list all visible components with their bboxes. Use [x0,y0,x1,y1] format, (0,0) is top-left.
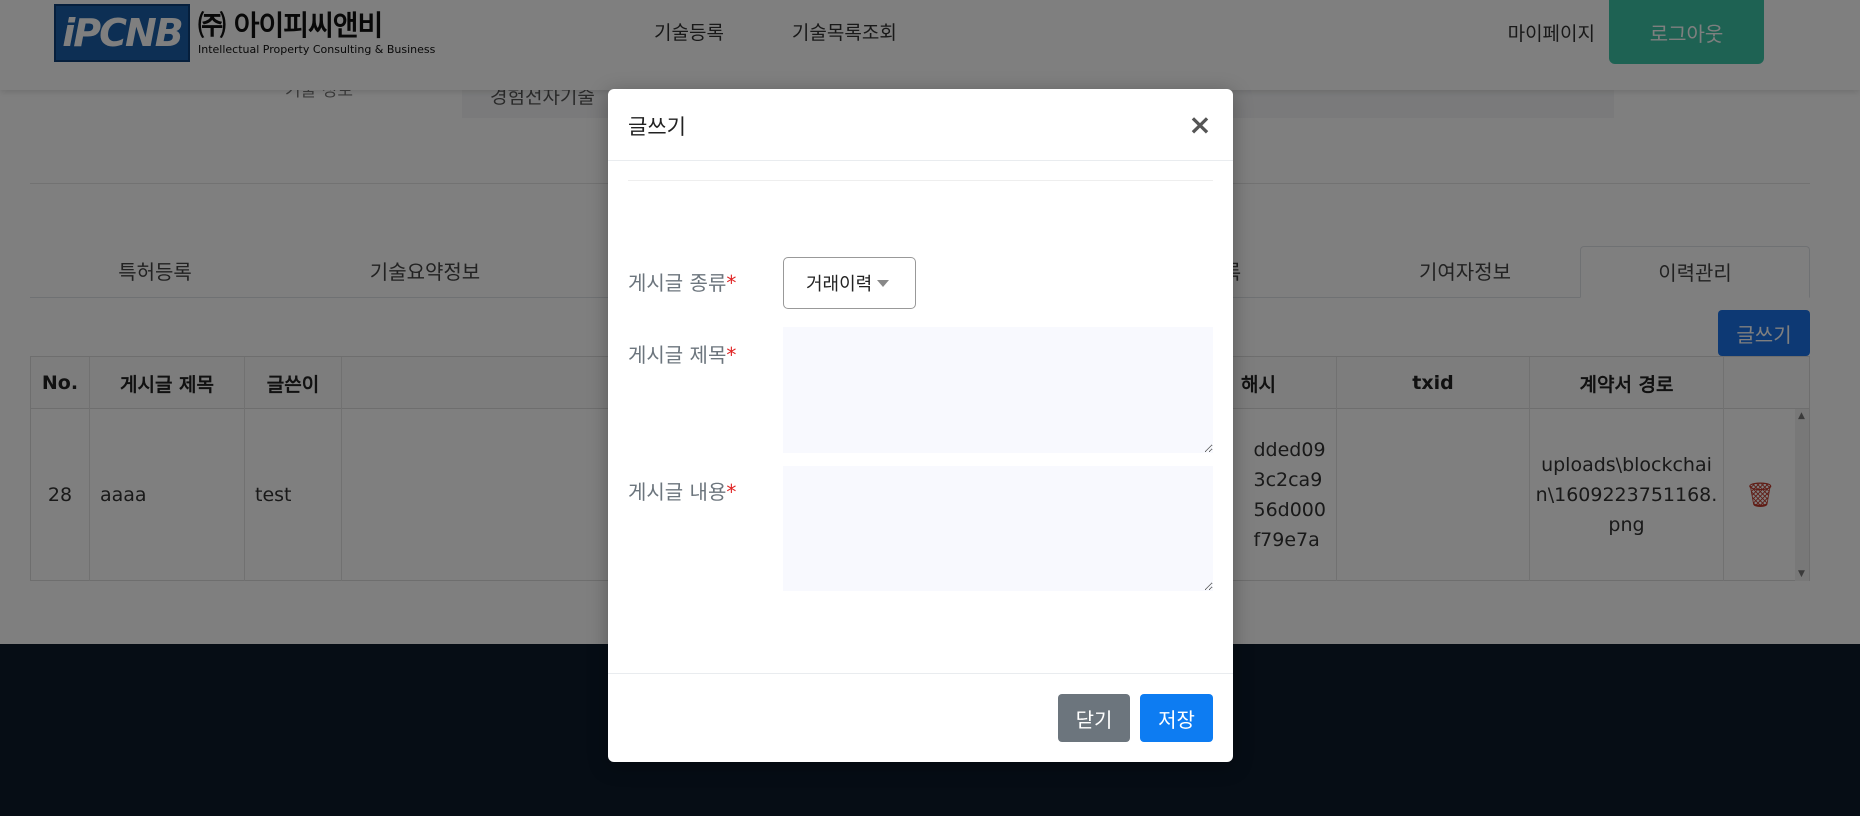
content-label: 게시글 내용* [628,476,736,505]
save-button[interactable]: 저장 [1140,694,1213,742]
post-title-input[interactable] [783,327,1213,453]
title-label: 게시글 제목* [628,339,736,368]
chevron-down-icon [877,280,889,287]
close-icon[interactable]: × [1185,107,1215,141]
cancel-button[interactable]: 닫기 [1058,694,1130,742]
write-modal: 글쓰기 × 게시글 종류* 거래이력 게시글 제목* 게시글 내용* 닫기 저장 [608,89,1233,762]
title-label-text: 게시글 제목 [628,343,727,367]
post-type-value: 거래이력 [806,274,873,295]
required-mark: * [726,343,737,367]
content-label-text: 게시글 내용 [628,480,727,504]
post-content-input[interactable] [783,466,1213,591]
required-mark: * [726,271,737,295]
modal-title: 글쓰기 [628,115,686,139]
type-label-text: 게시글 종류 [628,271,727,295]
modal-header: 글쓰기 × [608,89,1233,161]
modal-footer: 닫기 저장 [608,673,1233,762]
type-label: 게시글 종류* [628,267,736,296]
post-type-select[interactable]: 거래이력 [783,257,916,309]
modal-divider [628,180,1213,181]
required-mark: * [726,480,737,504]
